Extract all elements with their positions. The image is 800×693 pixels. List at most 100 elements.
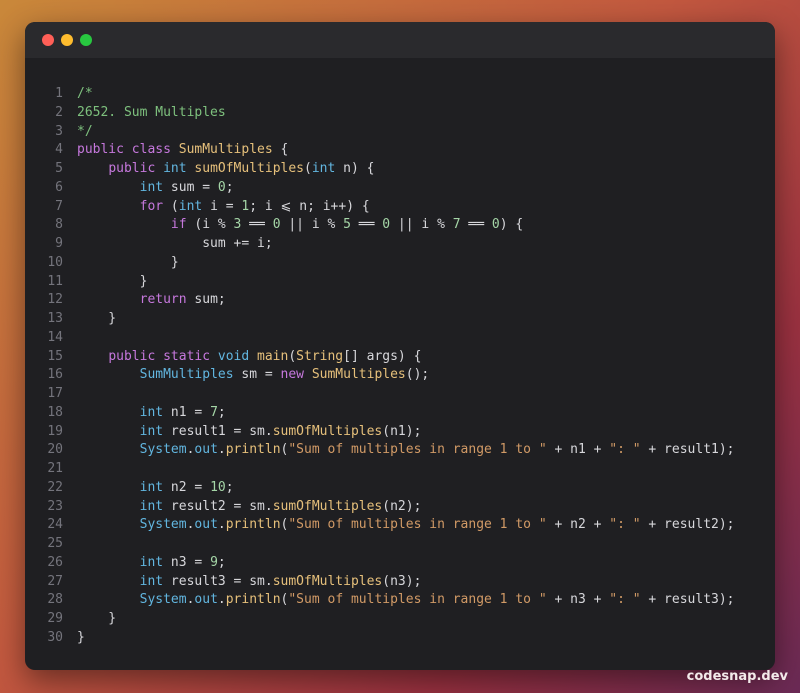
code-token: + n1 + (546, 442, 610, 458)
code-token: (n1); (382, 423, 422, 439)
line-code: */ (77, 123, 93, 142)
line-code: sum += i; (77, 235, 272, 254)
code-token: int (163, 161, 195, 176)
code-token: /* (77, 86, 93, 101)
line-number: 18 (47, 404, 63, 420)
line-code: int n3 = 9; (77, 554, 226, 573)
code-token: println (225, 517, 281, 533)
code-line: 19 int result1 = sm.sumOfMultiples(n1); (25, 423, 775, 442)
code-line: 20 System.out.println("Sum of multiples … (25, 441, 775, 460)
line-number: 12 (47, 292, 63, 308)
line-code: public int sumOfMultiples(int n) { (77, 160, 374, 179)
code-token: + n2 + (546, 517, 610, 533)
line-number: 22 (47, 479, 63, 495)
minimize-window-button[interactable] (61, 34, 73, 46)
line-number: 23 (47, 498, 63, 514)
code-token: 7 (452, 217, 461, 233)
code-token: 5 (343, 217, 351, 233)
line-number: 1 (55, 86, 63, 101)
code-token: n2 = (163, 479, 211, 495)
code-token: (n3); (382, 573, 422, 589)
code-token: int (139, 554, 164, 570)
line-number: 13 (47, 311, 63, 326)
line-code: int sum = 0; (77, 179, 234, 198)
code-line: 14 (25, 329, 775, 348)
code-token: ; (225, 479, 234, 495)
code-line: 21 (25, 460, 775, 479)
code-token: new (280, 367, 312, 383)
line-number: 10 (47, 254, 63, 270)
line-number: 27 (47, 573, 63, 589)
code-token: println (225, 442, 281, 458)
code-token: sumOfMultiples (272, 423, 383, 439)
code-token: out (194, 592, 218, 608)
window-titlebar (25, 22, 775, 58)
code-line: 30} (25, 629, 775, 648)
line-number: 25 (47, 536, 63, 551)
code-token: "Sum of multiples in range 1 to " (288, 442, 547, 458)
line-code: public static void main(String[] args) { (77, 348, 421, 367)
line-number: 29 (47, 611, 63, 626)
code-token: || i % (280, 217, 344, 233)
code-token: ( (163, 198, 179, 214)
line-number: 6 (55, 179, 63, 195)
line-number: 4 (55, 142, 63, 158)
line-code: } (77, 273, 148, 292)
line-code: int result2 = sm.sumOfMultiples(n2); (77, 498, 422, 517)
line-number: 20 (47, 442, 63, 458)
line-number: 11 (47, 273, 63, 289)
code-token: main (257, 348, 289, 364)
code-token: (); (405, 367, 430, 383)
code-token: ; i ⩽ n; i++) { (249, 198, 370, 214)
line-number: 26 (47, 554, 63, 570)
code-line: 12 return sum; (25, 291, 775, 310)
code-token: System (139, 517, 187, 533)
code-token: . (217, 517, 226, 533)
code-token: String (296, 348, 344, 364)
line-number: 2 (55, 104, 63, 120)
line-code: System.out.println("Sum of multiples in … (77, 516, 735, 535)
code-token: . (217, 442, 226, 458)
code-token: System (139, 592, 187, 608)
code-line: 23 int result2 = sm.sumOfMultiples(n2); (25, 498, 775, 517)
line-code: 2652. Sum Multiples (77, 104, 226, 123)
code-token: ": " (609, 517, 641, 533)
code-token: + result1); (640, 442, 735, 458)
code-token: ══ (460, 217, 492, 233)
code-line: 2 2652. Sum Multiples (25, 104, 775, 123)
code-token: n3 = (163, 554, 211, 570)
code-line: 11 } (25, 273, 775, 292)
code-token: int (139, 498, 164, 514)
code-token: int (311, 161, 336, 176)
line-code: System.out.println("Sum of multiples in … (77, 591, 735, 610)
code-token: + result2); (640, 517, 735, 533)
code-token: (i % (186, 217, 234, 233)
code-token: System (139, 442, 187, 458)
code-token: result2 = sm. (163, 498, 273, 514)
line-number: 16 (47, 367, 63, 383)
code-token: int (139, 479, 164, 495)
code-line: 26 int n3 = 9; (25, 554, 775, 573)
line-code: return sum; (77, 291, 226, 310)
code-token: return (139, 292, 187, 308)
code-token: ══ (350, 217, 383, 233)
code-line: 13 } (25, 310, 775, 329)
code-token: . (217, 592, 226, 608)
line-code: } (77, 610, 116, 629)
code-token: ": " (609, 592, 641, 608)
code-token: 0 (217, 179, 226, 195)
code-line: 18 int n1 = 7; (25, 404, 775, 423)
line-number: 3 (55, 123, 63, 139)
close-window-button[interactable] (42, 34, 54, 46)
code-token: if (170, 217, 187, 233)
code-token: } (77, 629, 85, 645)
code-token: sum = (163, 179, 218, 195)
maximize-window-button[interactable] (80, 34, 92, 46)
line-number: 17 (47, 386, 63, 401)
